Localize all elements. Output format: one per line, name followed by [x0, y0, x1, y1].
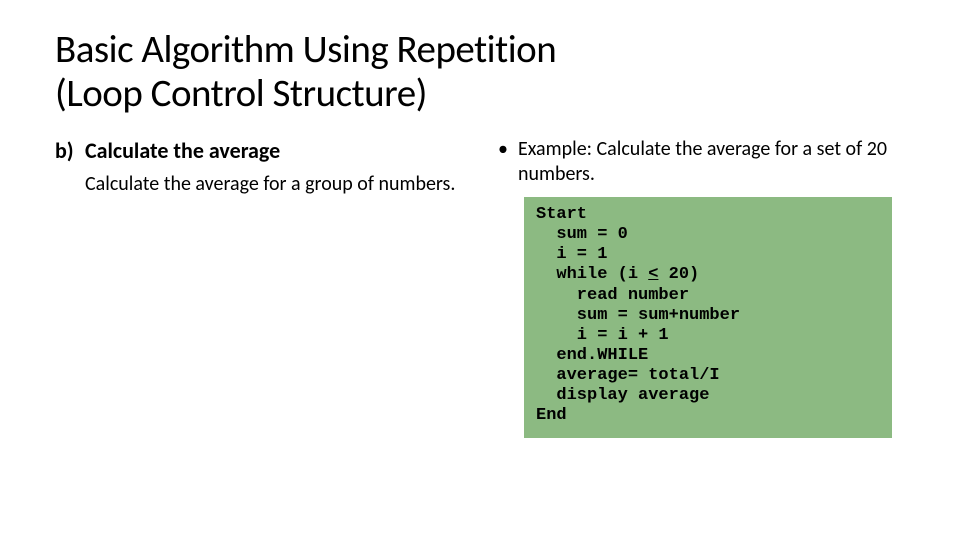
title-line-1: Basic Algorithm Using Repetition	[55, 26, 556, 73]
code-line: i = i + 1	[536, 326, 669, 345]
code-line: sum = 0	[536, 225, 628, 244]
example-text: Example: Calculate the average for a set…	[518, 137, 905, 187]
code-line: while (i	[536, 265, 648, 284]
bullet-icon: •	[498, 137, 508, 162]
code-line: read number	[536, 286, 689, 305]
code-line: sum = sum+number	[536, 306, 740, 325]
right-column: • Example: Calculate the average for a s…	[498, 137, 905, 438]
content-columns: b) Calculate the average Calculate the a…	[55, 137, 905, 438]
code-line: 20)	[658, 265, 699, 284]
code-content: Start sum = 0 i = 1 while (i < 20) read …	[536, 205, 880, 426]
code-line: Start	[536, 205, 587, 224]
code-underline: <	[648, 265, 658, 284]
slide-title: Basic Algorithm Using Repetition (Loop C…	[55, 28, 905, 115]
list-marker: b)	[55, 137, 85, 164]
code-line: average= total/I	[536, 366, 720, 385]
slide-root: Basic Algorithm Using Repetition (Loop C…	[0, 0, 960, 540]
code-line: End	[536, 406, 567, 425]
left-body-text: Calculate the average for a group of num…	[85, 172, 462, 197]
example-row: • Example: Calculate the average for a s…	[498, 137, 905, 187]
code-line: i = 1	[536, 245, 607, 264]
code-block: Start sum = 0 i = 1 while (i < 20) read …	[524, 197, 892, 438]
left-heading: Calculate the average	[85, 137, 280, 164]
title-line-2: (Loop Control Structure)	[55, 70, 427, 117]
code-line: display average	[536, 386, 709, 405]
left-column: b) Calculate the average Calculate the a…	[55, 137, 462, 438]
left-heading-row: b) Calculate the average	[55, 137, 462, 164]
code-line: end.WHILE	[536, 346, 648, 365]
